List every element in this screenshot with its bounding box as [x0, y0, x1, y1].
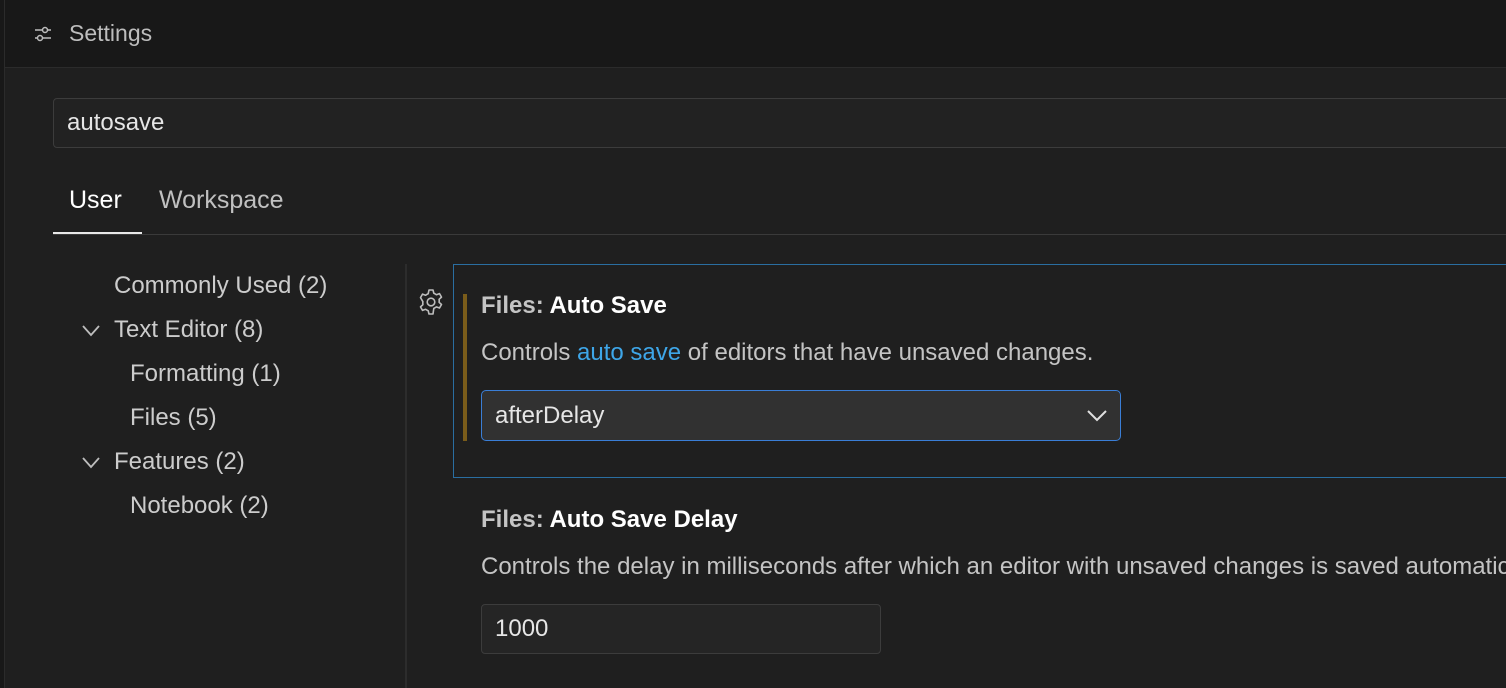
setting-name: Auto Save Delay — [549, 506, 738, 533]
tab-workspace[interactable]: Workspace — [159, 186, 284, 215]
chevron-down-icon[interactable] — [81, 324, 101, 338]
settings-tab-header[interactable]: Settings — [5, 0, 1506, 68]
toc-item-commonly-used[interactable]: Commonly Used (2) — [114, 272, 327, 300]
setting-title: Files: Auto Save — [481, 292, 667, 320]
toc-item-files[interactable]: Files (5) — [130, 404, 217, 432]
setting-category: Files: — [481, 292, 550, 319]
chevron-down-icon[interactable] — [81, 456, 101, 470]
toc-item-notebook[interactable]: Notebook (2) — [130, 492, 269, 520]
settings-sliders-icon — [35, 26, 51, 42]
description-text: of editors that have unsaved changes. — [681, 339, 1094, 366]
chevron-down-icon — [1087, 410, 1107, 422]
settings-search-input[interactable] — [67, 109, 1506, 137]
setting-description: Controls auto save of editors that have … — [481, 339, 1093, 367]
setting-name: Auto Save — [549, 292, 667, 319]
toc-divider — [405, 264, 407, 688]
toc-item-formatting[interactable]: Formatting (1) — [130, 360, 281, 388]
description-text: Controls — [481, 339, 578, 366]
tab-user[interactable]: User — [69, 186, 122, 215]
auto-save-select[interactable]: afterDelay — [481, 390, 1121, 441]
activity-strip — [0, 0, 5, 688]
setting-description: Controls the delay in milliseconds after… — [481, 553, 1506, 580]
modified-indicator — [463, 294, 467, 441]
gear-icon[interactable] — [416, 287, 446, 317]
toc-item-features[interactable]: Features (2) — [114, 448, 245, 476]
toc-item-text-editor[interactable]: Text Editor (8) — [114, 316, 263, 344]
select-value: afterDelay — [495, 402, 605, 429]
settings-search-box[interactable] — [53, 98, 1506, 148]
auto-save-link[interactable]: auto save — [577, 339, 681, 366]
auto-save-delay-field[interactable] — [481, 604, 881, 654]
active-tab-indicator — [53, 232, 142, 234]
settings-window: Settings User Workspace Commonly Used (2… — [0, 0, 1506, 688]
setting-title: Files: Auto Save Delay — [481, 506, 738, 534]
settings-scope-tabs: User Workspace — [53, 180, 1506, 235]
settings-title: Settings — [69, 20, 153, 46]
setting-category: Files: — [481, 506, 550, 533]
auto-save-delay-input[interactable] — [495, 615, 867, 643]
